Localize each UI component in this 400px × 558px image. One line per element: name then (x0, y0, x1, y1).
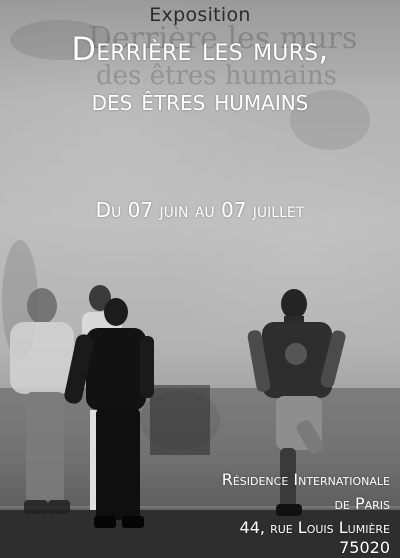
poster-title-line2: des êtres humains (91, 84, 309, 117)
venue-city: de Paris (334, 494, 390, 513)
exhibition-poster: Derrière les murs des êtres humains Expo… (0, 0, 400, 558)
venue-postcode: 75020 (339, 538, 390, 557)
poster-kicker: Exposition (149, 4, 251, 26)
venue-name: Résidence Internationale (221, 470, 390, 489)
poster-title-line1: Derrière les murs, (71, 30, 329, 68)
exhibition-dates: Du 07 juin au 07 juillet (95, 198, 305, 222)
